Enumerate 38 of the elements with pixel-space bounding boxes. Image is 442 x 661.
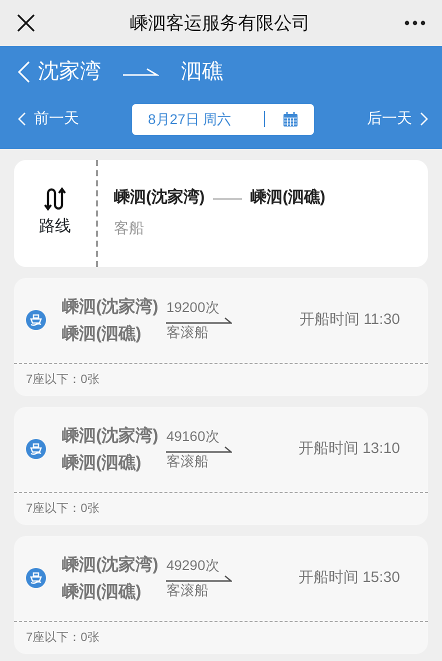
more-icon[interactable] xyxy=(404,20,426,26)
ship-icon xyxy=(26,439,46,459)
vessel-type: 客船 xyxy=(114,218,145,239)
trip-number: 49160次 xyxy=(166,428,220,445)
vessel-type: 客滚船 xyxy=(166,582,210,599)
arrival-port: 嵊泗(泗礁) xyxy=(250,188,326,208)
route-switch-icon xyxy=(44,187,66,211)
previous-day-link[interactable]: 前一天 xyxy=(18,108,79,130)
departure-port: 嵊泗(沈家湾) xyxy=(62,424,158,447)
destination-name: 泗礁 xyxy=(181,59,223,85)
chevron-left-icon xyxy=(18,112,26,126)
chevron-right-icon xyxy=(420,112,428,126)
date-picker[interactable]: 8月27日 周六 xyxy=(132,104,314,134)
origin-name: 沈家湾 xyxy=(38,59,101,85)
arrival-port: 嵊泗(泗礁) xyxy=(62,581,142,603)
back-icon[interactable] xyxy=(18,60,30,83)
next-day-link[interactable]: 后一天 xyxy=(367,108,428,130)
page-title: 嵊泗客运服务有限公司 xyxy=(130,12,310,34)
seat-availability: 7座以下：0张 xyxy=(25,370,100,388)
departure-time: 开船时间 11:30 xyxy=(299,311,400,329)
departure-time: 开船时间 15:30 xyxy=(298,569,400,587)
vessel-type: 客滚船 xyxy=(166,324,210,341)
trip-number: 19200次 xyxy=(166,299,220,316)
ship-icon xyxy=(26,568,46,588)
departure-port: 嵊泗(沈家湾) xyxy=(62,296,158,318)
seat-availability: 7座以下：0张 xyxy=(25,500,100,516)
seat-availability: 7座以下：0张 xyxy=(25,628,100,646)
arrival-port: 嵊泗(泗礁) xyxy=(62,452,142,474)
departure-time: 开船时间 13:10 xyxy=(298,440,400,458)
trip-number: 49290次 xyxy=(166,557,220,574)
departure-port: 嵊泗(沈家湾) xyxy=(114,187,205,208)
calendar-icon xyxy=(283,112,298,126)
close-icon[interactable] xyxy=(16,13,36,33)
ship-icon xyxy=(26,310,46,330)
arrival-port: 嵊泗(泗礁) xyxy=(62,323,142,345)
route-label: 路线 xyxy=(39,216,71,237)
departure-port: 嵊泗(沈家湾) xyxy=(62,554,158,576)
vessel-type: 客滚船 xyxy=(166,453,210,470)
